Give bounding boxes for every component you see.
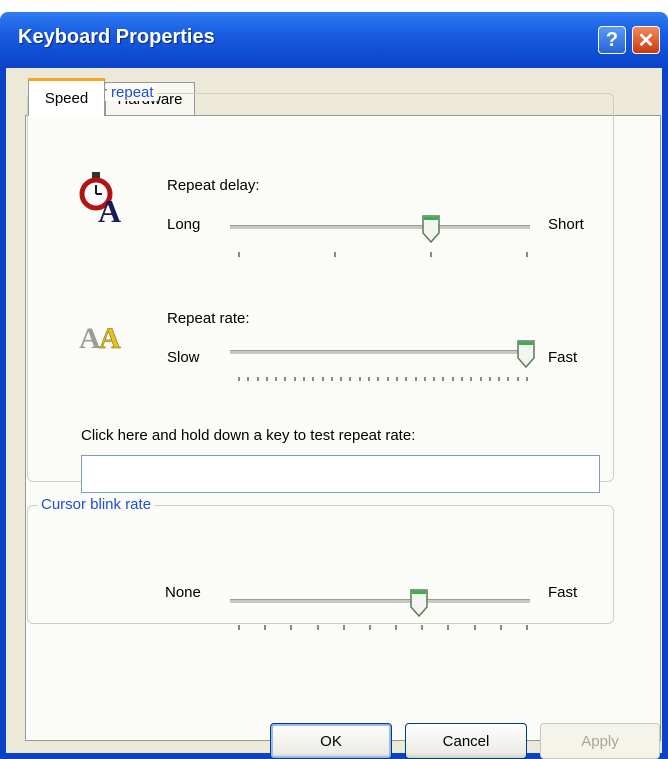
- keyboard-properties-window: Keyboard Properties ? ✕ Speed Hardware C…: [0, 12, 668, 759]
- test-repeat-rate-input[interactable]: [81, 455, 600, 493]
- repeat-delay-track[interactable]: [230, 225, 530, 230]
- slider-tick: [334, 252, 336, 257]
- help-button[interactable]: ?: [598, 26, 626, 54]
- slider-tick: [423, 377, 426, 381]
- slider-tick: [479, 377, 482, 381]
- slider-tick: [507, 377, 510, 381]
- cursor-blink-slider-thumb[interactable]: [410, 589, 429, 617]
- close-button[interactable]: ✕: [632, 26, 660, 54]
- repeat-rate-ticks: [238, 377, 528, 383]
- slider-tick: [433, 377, 436, 381]
- svg-text:A: A: [99, 322, 121, 354]
- slider-tick: [349, 377, 352, 381]
- slider-tick: [264, 625, 267, 630]
- slider-tick: [342, 625, 345, 630]
- slider-tick: [368, 625, 371, 630]
- slider-tick: [303, 377, 306, 381]
- slider-tick: [247, 377, 250, 381]
- slider-tick: [265, 377, 268, 381]
- slider-tick: [442, 377, 445, 381]
- slider-tick: [447, 625, 450, 630]
- ok-button[interactable]: OK: [270, 723, 392, 759]
- cursor-blink-rate-group: Cursor blink rate: [27, 496, 614, 624]
- slider-tick: [316, 625, 319, 630]
- slider-tick: [290, 625, 293, 630]
- close-icon: ✕: [637, 29, 655, 52]
- slider-tick: [526, 625, 528, 630]
- repeat-rate-track[interactable]: [230, 350, 530, 355]
- cancel-button[interactable]: Cancel: [405, 723, 527, 759]
- apply-button[interactable]: Apply: [540, 723, 660, 759]
- slider-tick: [516, 377, 519, 381]
- question-mark-icon: ?: [605, 28, 619, 51]
- slider-tick: [395, 625, 398, 630]
- repeat-rate-slider-thumb[interactable]: [517, 340, 535, 368]
- window-title: Keyboard Properties: [18, 26, 215, 48]
- slider-tick: [312, 377, 315, 381]
- slider-tick: [275, 377, 278, 381]
- repeat-delay-min-label: Long: [167, 216, 201, 233]
- svg-text:A: A: [79, 322, 101, 354]
- svg-text:A: A: [98, 193, 121, 226]
- slider-tick: [284, 377, 287, 381]
- slider-tick: [430, 252, 432, 257]
- slider-tick: [414, 377, 417, 381]
- slider-tick: [340, 377, 343, 381]
- slider-tick: [451, 377, 454, 381]
- slider-tick: [330, 377, 333, 381]
- repeat-rate-label: Repeat rate:: [167, 310, 250, 327]
- slider-tick: [321, 377, 324, 381]
- slider-tick: [256, 377, 259, 381]
- slider-tick: [473, 625, 476, 630]
- cursor-blink-min-label: None: [165, 584, 201, 601]
- repeat-delay-slider-thumb[interactable]: [422, 215, 440, 243]
- slider-tick: [377, 377, 380, 381]
- cursor-blink-ticks: [238, 625, 528, 631]
- repeat-delay-label: Repeat delay:: [167, 177, 260, 194]
- slider-tick: [386, 377, 389, 381]
- repeat-rate-max-label: Fast: [548, 349, 578, 366]
- slider-tick: [498, 377, 501, 381]
- slider-tick: [526, 377, 528, 381]
- double-letter-a-icon: A A: [79, 322, 121, 354]
- test-repeat-label: Click here and hold down a key to test r…: [81, 427, 416, 444]
- slider-tick: [460, 377, 463, 381]
- slider-tick: [526, 252, 528, 257]
- slider-tick: [238, 377, 240, 381]
- cursor-blink-track[interactable]: [230, 599, 530, 604]
- cursor-blink-max-label: Fast: [548, 584, 578, 601]
- slider-tick: [395, 377, 398, 381]
- repeat-rate-min-label: Slow: [167, 349, 200, 366]
- slider-tick: [293, 377, 296, 381]
- slider-tick: [421, 625, 424, 630]
- character-repeat-group: Character repeat: [27, 84, 614, 482]
- slider-tick: [488, 377, 491, 381]
- title-bar[interactable]: Keyboard Properties ? ✕: [0, 12, 668, 68]
- slider-tick: [238, 252, 240, 257]
- repeat-delay-ticks: [238, 252, 528, 258]
- tab-speed[interactable]: Speed: [28, 78, 105, 116]
- cursor-blink-rate-label: Cursor blink rate: [38, 496, 155, 513]
- slider-tick: [368, 377, 371, 381]
- slider-tick: [405, 377, 408, 381]
- slider-tick: [470, 377, 473, 381]
- stopwatch-letter-a-icon: A: [79, 172, 121, 226]
- slider-tick: [358, 377, 361, 381]
- slider-tick: [238, 625, 240, 630]
- repeat-delay-max-label: Short: [548, 216, 584, 233]
- slider-tick: [499, 625, 502, 630]
